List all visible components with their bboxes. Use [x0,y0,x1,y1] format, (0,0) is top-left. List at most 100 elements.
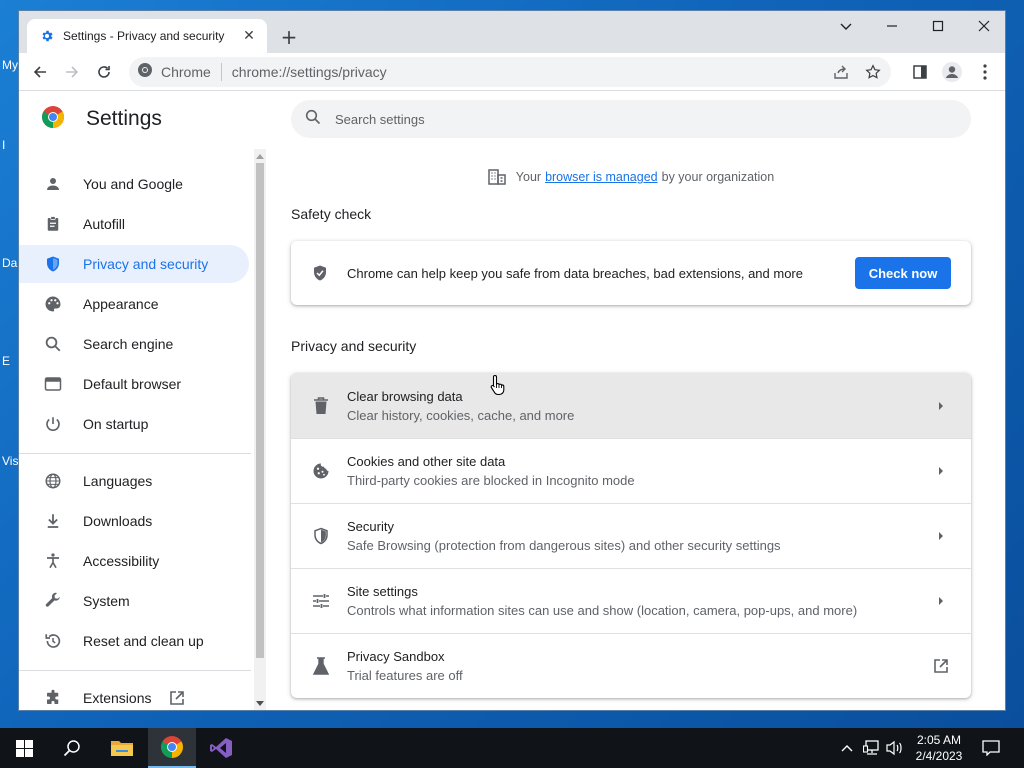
privacy-card: Clear browsing data Clear history, cooki… [291,373,971,698]
arrow-right-icon [931,526,951,546]
tab-search-chevron-icon[interactable] [823,11,869,41]
shield-icon [311,526,331,546]
open-in-new-icon [169,690,185,706]
arrow-right-icon [931,591,951,611]
sidebar-scrollbar[interactable] [254,149,266,710]
managed-suffix: by your organization [661,170,775,184]
browser-managed-link[interactable]: browser is managed [545,170,658,184]
bookmark-star-icon[interactable] [855,64,891,80]
sidebar-item-on-startup[interactable]: On startup [19,405,249,443]
scroll-thumb[interactable] [256,163,264,658]
check-now-button[interactable]: Check now [855,257,951,289]
sidebar-item-languages[interactable]: Languages [19,462,249,500]
address-bar[interactable]: Chrome chrome://settings/privacy [129,57,891,87]
tab-title: Settings - Privacy and security [63,29,225,43]
taskbar-search-icon[interactable] [48,728,96,768]
cookie-icon [311,461,331,481]
sidebar-item-you-and-google[interactable]: You and Google [19,165,249,203]
clock-date: 2/4/2023 [915,749,963,763]
tray-chevron-up-icon[interactable] [836,728,858,768]
sidebar-item-label: Extensions [83,690,152,706]
network-icon[interactable] [860,728,884,768]
scroll-down-arrow-icon[interactable] [254,698,266,710]
page-title: Settings [86,107,162,130]
reload-button[interactable] [91,59,117,85]
arrow-right-icon [931,461,951,481]
sidebar-item-label: Languages [83,473,153,489]
sidebar-item-label: Autofill [83,216,126,232]
file-explorer-icon[interactable] [98,728,146,768]
visual-studio-icon[interactable] [197,728,245,768]
sidebar-item-appearance[interactable]: Appearance [19,285,249,323]
sidebar-divider [19,453,251,454]
menu-kebab-icon[interactable] [972,59,998,85]
share-icon[interactable] [827,64,855,80]
clear-browsing-data-row[interactable]: Clear browsing data Clear history, cooki… [291,373,971,438]
sidebar-item-privacy-and-security[interactable]: Privacy and security [19,245,249,283]
sidebar-item-autofill[interactable]: Autofill [19,205,249,243]
managed-prefix: Your [515,170,542,184]
minimize-button[interactable] [869,11,915,41]
notifications-icon[interactable] [978,728,1004,768]
site-settings-row[interactable]: Site settings Controls what information … [291,568,971,633]
sidebar-item-label: System [83,593,130,609]
sidebar-item-label: Downloads [83,513,153,529]
globe-icon [41,469,65,493]
desktop-icon-label[interactable]: I [2,138,5,152]
tab-close-icon[interactable]: ✕ [241,28,257,44]
settings-page: Settings You and Google Autofill Privacy… [19,91,1005,710]
security-row[interactable]: Security Safe Browsing (protection from … [291,503,971,568]
desktop-icon-label[interactable]: Vis [2,454,18,468]
chrome-site-icon[interactable] [137,62,153,82]
omnibox-divider [220,63,222,81]
open-in-new-icon[interactable] [931,656,951,676]
download-icon [41,509,65,533]
privacy-sandbox-row[interactable]: Privacy Sandbox Trial features are off [291,633,971,698]
sidebar-item-accessibility[interactable]: Accessibility [19,542,249,580]
clock-time: 2:05 AM [916,733,962,747]
clock[interactable]: 2:05 AM 2/4/2023 [904,732,974,764]
safety-check-row: Chrome can help keep you safe from data … [291,241,971,305]
browser-window-icon [41,372,65,396]
desktop-icon-label[interactable]: My [2,58,18,72]
sidebar-item-reset-and-clean-up[interactable]: Reset and clean up [19,622,249,660]
back-button[interactable] [27,59,53,85]
search-bar[interactable] [291,100,971,138]
sidebar-item-downloads[interactable]: Downloads [19,502,249,540]
tab-settings[interactable]: Settings - Privacy and security ✕ [27,19,267,53]
forward-button[interactable] [59,59,85,85]
browser-window: Settings - Privacy and security ✕ + Chro… [18,10,1006,711]
settings-sidebar: You and Google Autofill Privacy and secu… [19,155,251,710]
close-window-button[interactable] [961,11,1005,41]
desktop-icon-label[interactable]: Da [2,256,17,270]
search-icon [41,332,65,356]
sidebar-item-system[interactable]: System [19,582,249,620]
row-title: Site settings [347,584,418,599]
sidebar-item-extensions[interactable]: Extensions [19,679,249,710]
sidebar-item-label: Privacy and security [83,256,209,272]
wrench-icon [41,589,65,613]
side-panel-icon[interactable] [907,59,933,85]
row-title: Security [347,519,394,534]
maximize-button[interactable] [915,11,961,41]
sidebar-item-label: You and Google [83,176,183,192]
profile-avatar[interactable] [939,59,965,85]
new-tab-button[interactable]: + [277,25,301,49]
sidebar-item-label: Search engine [83,336,174,352]
row-subtitle: Controls what information sites can use … [347,603,858,618]
volume-icon[interactable] [884,728,906,768]
start-button[interactable] [0,728,48,768]
sidebar-item-search-engine[interactable]: Search engine [19,325,249,363]
cookies-row[interactable]: Cookies and other site data Third-party … [291,438,971,503]
scroll-up-arrow-icon[interactable] [254,150,266,162]
row-subtitle: Trial features are off [347,668,463,683]
search-input[interactable] [335,111,935,127]
url-text[interactable]: chrome://settings/privacy [232,64,827,80]
taskbar: 2:05 AM 2/4/2023 [0,728,1024,768]
sidebar-item-default-browser[interactable]: Default browser [19,365,249,403]
sidebar-item-label: Reset and clean up [83,633,204,649]
taskbar-chrome-icon[interactable] [148,728,196,768]
desktop-icon-label[interactable]: E [2,354,10,368]
sidebar-divider [19,670,251,671]
row-subtitle: Safe Browsing (protection from dangerous… [347,538,781,553]
